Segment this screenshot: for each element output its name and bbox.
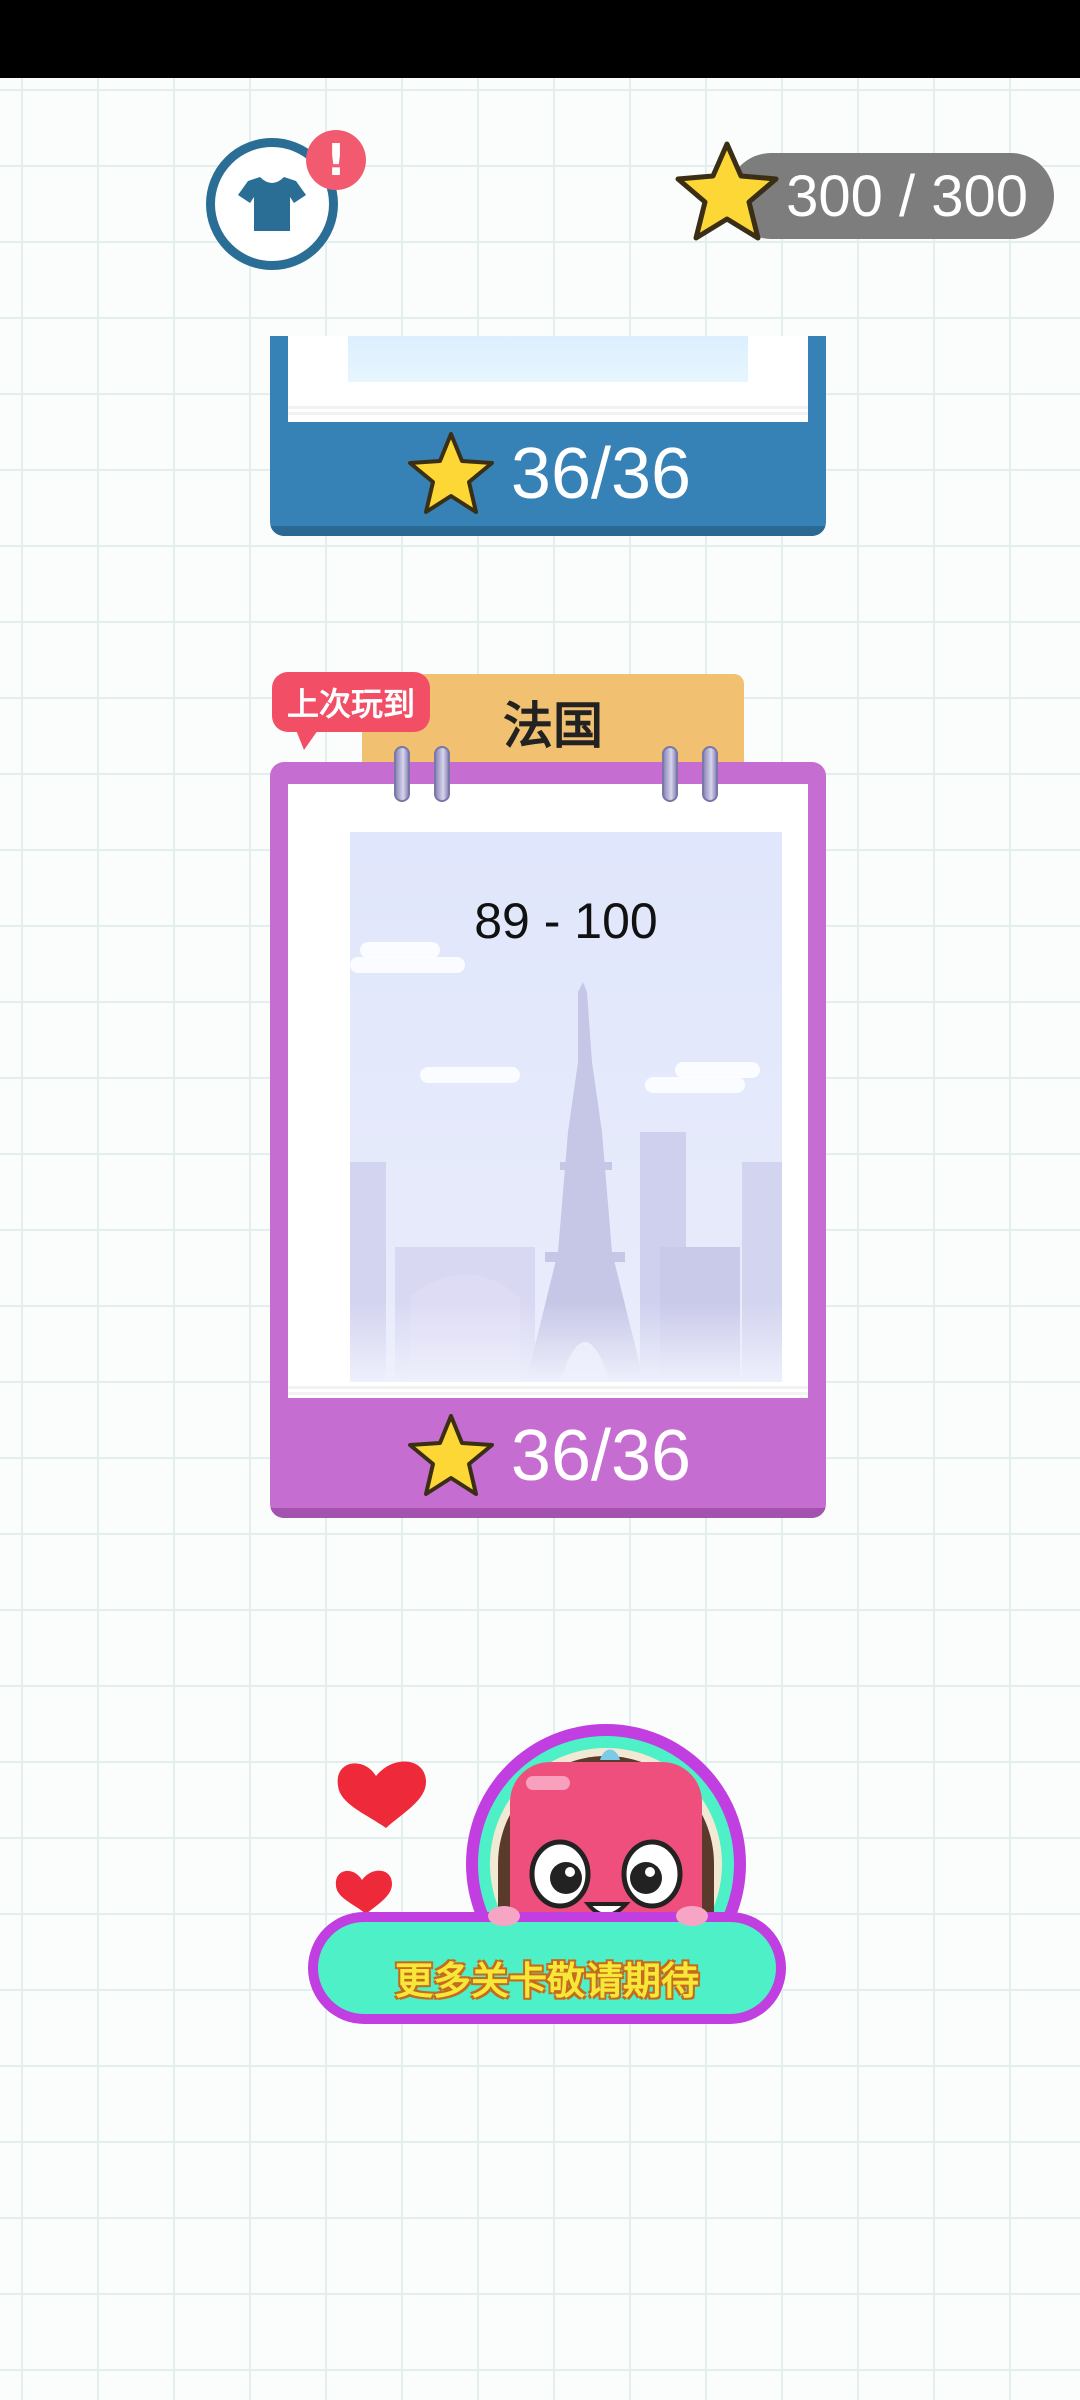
paper-edge: [288, 1386, 808, 1398]
binder-ring: [394, 746, 410, 802]
star-icon: [407, 432, 494, 514]
paper-edge: [288, 406, 808, 418]
tshirt-icon: [238, 177, 306, 231]
star-icon: [675, 141, 779, 241]
album-paper: 89 - 100: [288, 784, 808, 1398]
star-counter-text: 300 / 300: [786, 163, 1028, 229]
album-score: 36/36: [510, 1416, 692, 1496]
level-range: 89 - 100: [474, 893, 658, 949]
exclamation-icon: !: [325, 134, 347, 186]
binder-ring: [434, 746, 450, 802]
album-card-france[interactable]: 89 - 100 36/36: [270, 762, 826, 1518]
binder-ring: [702, 746, 718, 802]
star-icon: [407, 1414, 494, 1496]
status-bar: [0, 0, 1080, 78]
more-levels-banner: 更多关卡敬请期待: [304, 1716, 790, 2028]
more-levels-text: 更多关卡敬请期待: [394, 1959, 699, 2003]
binder-ring: [662, 746, 678, 802]
album-title: 法国: [503, 697, 603, 755]
album-footer: 36/36: [270, 1404, 826, 1518]
alert-badge: !: [306, 130, 366, 190]
eiffel-tower-scene: 89 - 100: [350, 832, 782, 1382]
album-footer: 36/36: [270, 422, 826, 536]
album-card-previous[interactable]: 36/36: [270, 336, 826, 536]
last-played-tag: 上次玩到: [272, 672, 430, 750]
last-played-label: 上次玩到: [286, 685, 415, 723]
album-scene: [348, 336, 748, 382]
album-score: 36/36: [510, 434, 692, 514]
